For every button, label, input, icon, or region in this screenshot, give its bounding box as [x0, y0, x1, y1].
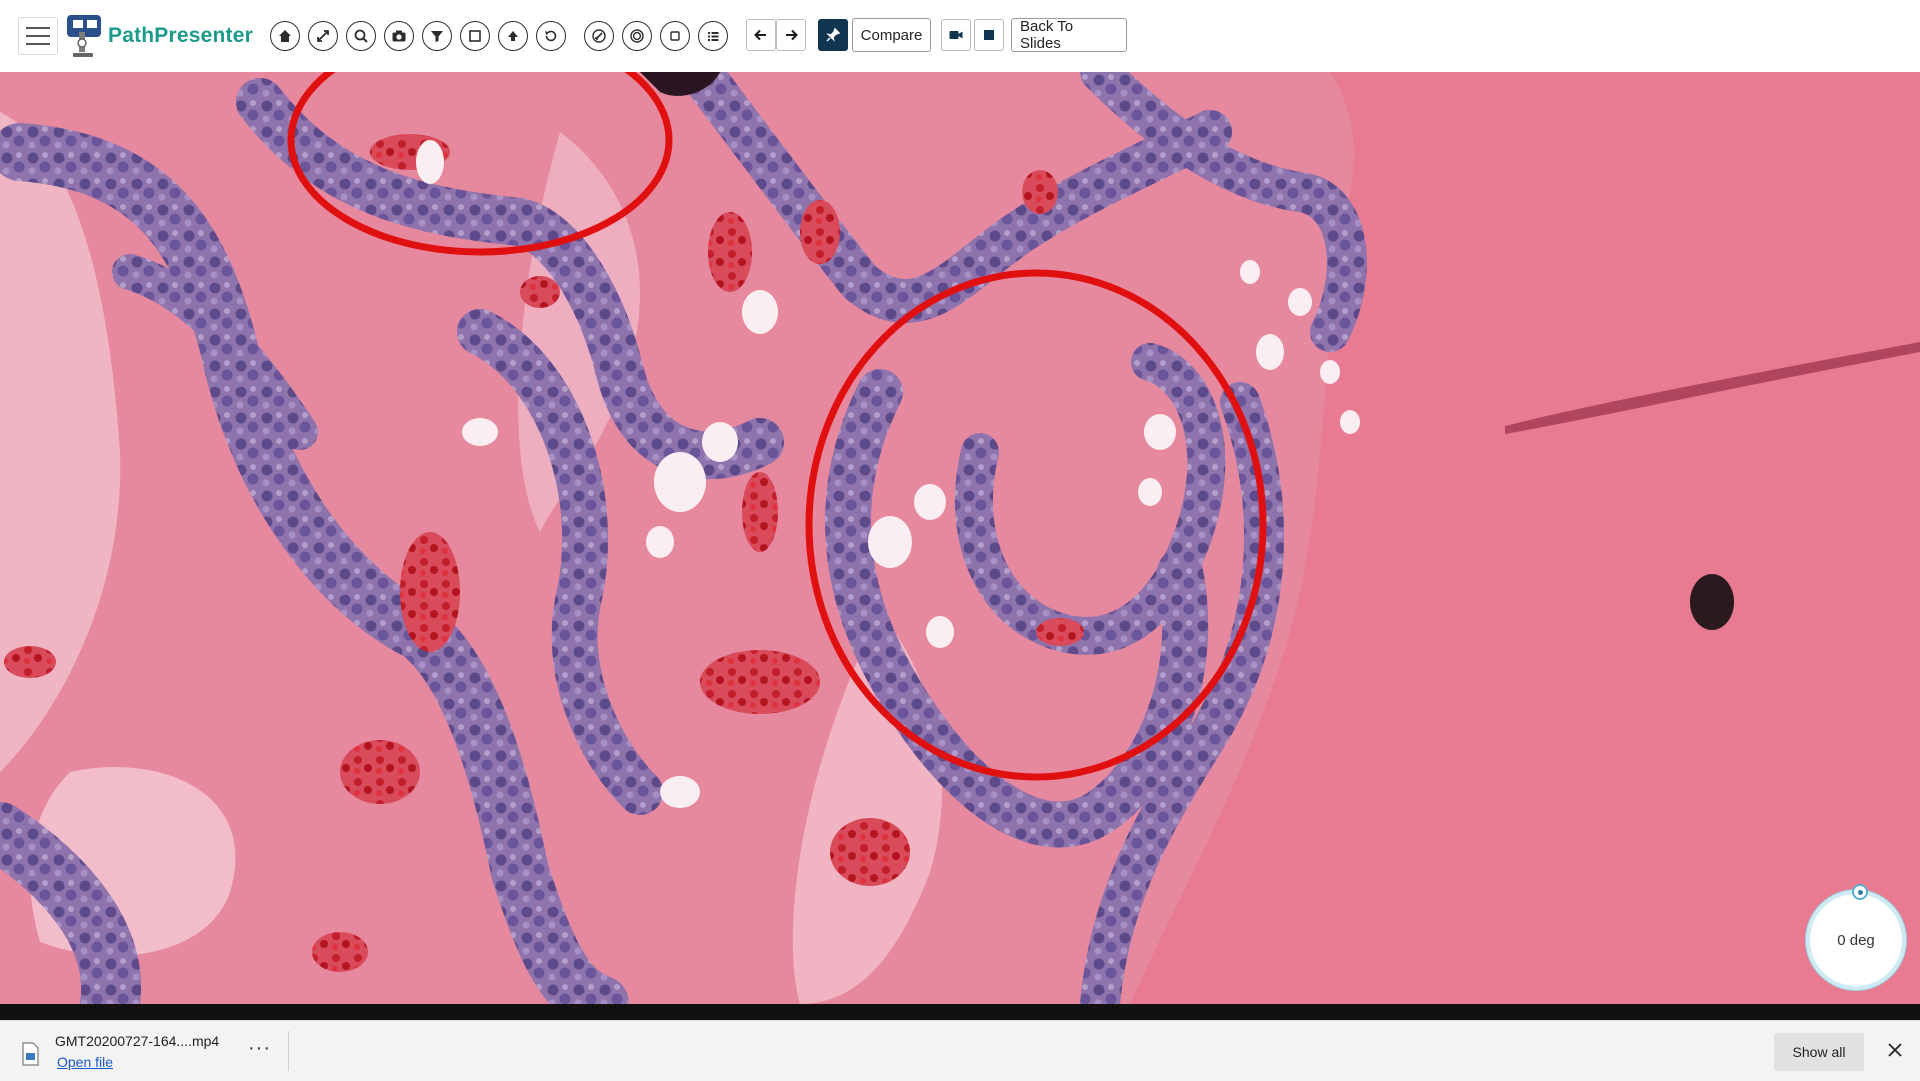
- target-icon[interactable]: [622, 21, 652, 51]
- hamburger-line: [26, 27, 50, 29]
- rotation-label: 0 deg: [1837, 931, 1875, 949]
- download-bar: GMT20200727-164....mp4 Open file ··· Sho…: [0, 1020, 1920, 1081]
- annotation-icon[interactable]: [584, 21, 614, 51]
- layers-icon[interactable]: [460, 21, 490, 51]
- video-camera-glyph: [949, 31, 963, 39]
- filter-glyph: [431, 31, 443, 42]
- filter-icon[interactable]: [422, 21, 452, 51]
- camera-glyph: [392, 30, 406, 42]
- upload-glyph: [508, 31, 518, 41]
- history-glyph: [545, 30, 557, 42]
- arrow-left-glyph: [754, 29, 766, 41]
- stop-icon[interactable]: [974, 19, 1004, 51]
- list-icon[interactable]: [698, 21, 728, 51]
- menu-button[interactable]: [18, 17, 58, 55]
- pin-glyph: [826, 27, 841, 42]
- compare-button[interactable]: Compare: [852, 18, 931, 52]
- history-icon[interactable]: [536, 21, 566, 51]
- expand-icon[interactable]: [308, 21, 338, 51]
- annotation-glyph: [592, 29, 606, 43]
- more-options-button[interactable]: ···: [248, 1037, 271, 1060]
- back-to-slides-button[interactable]: Back To Slides: [1011, 18, 1127, 52]
- histology-slide-image: [0, 72, 1920, 1004]
- square-glyph: [670, 31, 680, 41]
- open-file-link[interactable]: Open file: [57, 1054, 113, 1070]
- download-file-name: GMT20200727-164....mp4: [55, 1033, 220, 1049]
- camera-icon[interactable]: [384, 21, 414, 51]
- close-icon[interactable]: [1884, 1039, 1906, 1061]
- arrow-right-icon[interactable]: [776, 19, 806, 51]
- rotation-dial[interactable]: 0 deg: [1806, 884, 1906, 990]
- hamburger-line: [26, 43, 50, 45]
- slide-viewer[interactable]: 0 deg: [0, 72, 1920, 1004]
- logo-microscope-icon: [67, 15, 101, 57]
- rotation-knob-dot: [1857, 889, 1863, 895]
- home-icon[interactable]: [270, 21, 300, 51]
- app-logo: PathPresenter: [64, 12, 253, 60]
- layers-glyph: [469, 30, 481, 42]
- video-camera-icon[interactable]: [941, 19, 971, 51]
- rotation-knob[interactable]: [1852, 884, 1868, 900]
- expand-glyph: [317, 30, 329, 42]
- list-glyph: [708, 32, 719, 41]
- zoom-icon[interactable]: [346, 21, 376, 51]
- square-icon[interactable]: [660, 21, 690, 51]
- hamburger-line: [26, 35, 50, 37]
- divider: [288, 1031, 289, 1071]
- show-all-button[interactable]: Show all: [1774, 1033, 1864, 1071]
- home-glyph: [279, 30, 291, 42]
- arrow-right-glyph: [786, 29, 798, 41]
- arrow-left-icon[interactable]: [746, 19, 776, 51]
- stop-glyph: [984, 30, 994, 40]
- zoom-glyph: [354, 29, 368, 43]
- pin-icon[interactable]: [818, 19, 848, 51]
- upload-icon[interactable]: [498, 21, 528, 51]
- toolbar: PathPresenter Compare Back To Slides: [0, 0, 1920, 73]
- target-glyph: [630, 29, 644, 43]
- app-name: PathPresenter: [108, 24, 253, 47]
- video-file-icon: [22, 1042, 39, 1066]
- video-progress-bar: [0, 1004, 1920, 1020]
